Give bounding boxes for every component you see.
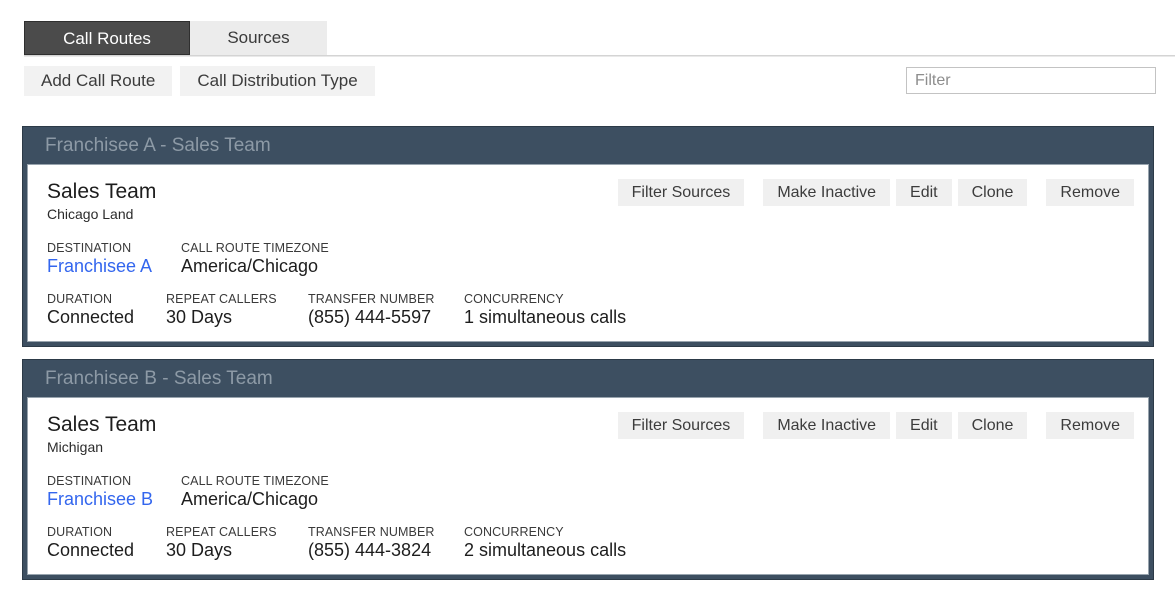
field-destination: DESTINATION Franchisee A: [47, 241, 181, 278]
field-transfer-number-value: (855) 444-3824: [308, 540, 432, 560]
route-fields-row-2: DURATION Connected REPEAT CALLERS 30 Day…: [47, 292, 1132, 329]
remove-button[interactable]: Remove: [1046, 179, 1134, 206]
field-destination-value[interactable]: Franchisee B: [47, 488, 181, 511]
route-subtitle: Michigan: [47, 439, 104, 455]
edit-button[interactable]: Edit: [896, 179, 952, 206]
field-timezone: CALL ROUTE TIMEZONE America/Chicago: [181, 241, 329, 278]
tab-sources-label: Sources: [227, 28, 290, 47]
field-concurrency: CONCURRENCY 1 simultaneous calls: [464, 292, 626, 329]
card-action-bar: Filter Sources Make Inactive Edit Clone Remo…: [617, 412, 1134, 439]
field-destination-label: DESTINATION: [47, 474, 132, 488]
field-duration: DURATION Connected: [47, 292, 166, 329]
filter-sources-button[interactable]: Filter Sources: [617, 179, 745, 206]
call-routes-page: Call Routes Sources Add Call Route Call D…: [0, 0, 1175, 600]
route-subtitle: Chicago Land: [47, 206, 134, 222]
field-repeat-callers: REPEAT CALLERS 30 Days: [166, 525, 308, 562]
route-fields-row-2: DURATION Connected REPEAT CALLERS 30 Day…: [47, 525, 1132, 562]
field-timezone-value: America/Chicago: [181, 256, 319, 276]
call-route-card-header: Franchisee A - Sales Team: [23, 127, 1153, 164]
field-timezone-value: America/Chicago: [181, 489, 319, 509]
field-transfer-number: TRANSFER NUMBER (855) 444-3824: [308, 525, 464, 562]
field-transfer-number-label: TRANSFER NUMBER: [308, 525, 435, 539]
toolbar-spacer: [172, 66, 180, 67]
field-destination-value[interactable]: Franchisee A: [47, 255, 181, 278]
field-timezone-label: CALL ROUTE TIMEZONE: [181, 474, 329, 488]
call-route-card-body: Sales Team Michigan Filter Sources Make I…: [27, 397, 1149, 575]
tab-divider-shadow: [24, 56, 1175, 57]
edit-button[interactable]: Edit: [896, 412, 952, 439]
field-concurrency: CONCURRENCY 2 simultaneous calls: [464, 525, 626, 562]
field-duration: DURATION Connected: [47, 525, 166, 562]
field-repeat-callers-value: 30 Days: [166, 540, 233, 560]
add-call-route-button[interactable]: Add Call Route: [24, 66, 173, 96]
tab-call-routes-label: Call Routes: [63, 29, 151, 48]
tab-call-routes[interactable]: Call Routes: [24, 21, 190, 55]
field-concurrency-value: 1 simultaneous calls: [464, 307, 627, 327]
filter-input[interactable]: [906, 67, 1156, 94]
call-route-card: Franchisee B - Sales Team Sales Team Mic…: [22, 359, 1154, 580]
make-inactive-button[interactable]: Make Inactive: [763, 179, 891, 206]
field-repeat-callers: REPEAT CALLERS 30 Days: [166, 292, 308, 329]
field-repeat-callers-value: 30 Days: [166, 307, 233, 327]
field-timezone-label: CALL ROUTE TIMEZONE: [181, 241, 329, 255]
tab-sources[interactable]: Sources: [190, 21, 327, 55]
call-distribution-type-button[interactable]: Call Distribution Type: [180, 66, 375, 96]
field-repeat-callers-label: REPEAT CALLERS: [166, 292, 277, 306]
field-transfer-number-value: (855) 444-5597: [308, 307, 432, 327]
field-destination-label: DESTINATION: [47, 241, 132, 255]
field-transfer-number: TRANSFER NUMBER (855) 444-5597: [308, 292, 464, 329]
route-fields-row-1: DESTINATION Franchisee B CALL ROUTE TIME…: [47, 474, 1132, 511]
tab-bar: Call Routes Sources: [0, 21, 1175, 55]
field-concurrency-value: 2 simultaneous calls: [464, 540, 627, 560]
field-destination: DESTINATION Franchisee B: [47, 474, 181, 511]
call-route-card: Franchisee A - Sales Team Sales Team Chi…: [22, 126, 1154, 347]
call-route-card-header: Franchisee B - Sales Team: [23, 360, 1153, 397]
clone-button[interactable]: Clone: [957, 412, 1028, 439]
field-timezone: CALL ROUTE TIMEZONE America/Chicago: [181, 474, 329, 511]
route-fields-row-1: DESTINATION Franchisee A CALL ROUTE TIME…: [47, 241, 1132, 278]
field-concurrency-label: CONCURRENCY: [464, 525, 564, 539]
filter-sources-button[interactable]: Filter Sources: [617, 412, 745, 439]
field-concurrency-label: CONCURRENCY: [464, 292, 564, 306]
make-inactive-button[interactable]: Make Inactive: [763, 412, 891, 439]
remove-button[interactable]: Remove: [1046, 412, 1134, 439]
field-transfer-number-label: TRANSFER NUMBER: [308, 292, 435, 306]
call-route-card-body: Sales Team Chicago Land Filter Sources Ma…: [27, 164, 1149, 342]
field-duration-value: Connected: [47, 307, 135, 327]
field-duration-label: DURATION: [47, 292, 113, 306]
field-duration-value: Connected: [47, 540, 135, 560]
toolbar: Add Call Route Call Distribution Type: [24, 66, 375, 96]
field-repeat-callers-label: REPEAT CALLERS: [166, 525, 277, 539]
field-duration-label: DURATION: [47, 525, 113, 539]
clone-button[interactable]: Clone: [957, 179, 1028, 206]
card-action-bar: Filter Sources Make Inactive Edit Clone Remo…: [617, 179, 1134, 206]
